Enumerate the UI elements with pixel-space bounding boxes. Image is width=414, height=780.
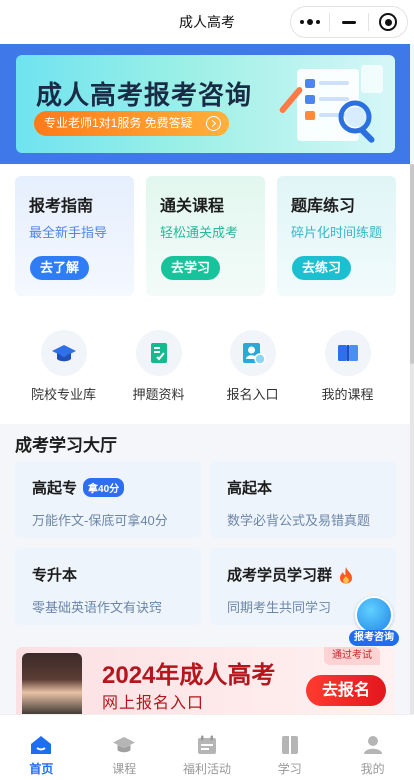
mini-program-capsule	[290, 6, 408, 38]
section-title-learning-hall: 成考学习大厅	[15, 436, 117, 455]
tab-profile[interactable]: 我的	[331, 715, 414, 780]
tab-label: 首页	[29, 762, 54, 776]
hall-card-gaoqiben[interactable]: 高起本 数学必背公式及易错真题	[210, 461, 396, 538]
arrow-right-icon	[205, 116, 221, 131]
feature-card-guide[interactable]: 报考指南 最全新手指导 去了解	[15, 176, 134, 296]
minus-icon	[342, 20, 356, 24]
fire-icon	[340, 566, 353, 583]
hall-card-gaoqizhuan[interactable]: 高起专 拿40分 万能作文-保底可拿40分	[15, 461, 201, 538]
home-icon	[31, 736, 52, 754]
more-button[interactable]	[291, 7, 329, 37]
promo-title: 2024年成人高考	[102, 662, 276, 689]
quick-link-label: 我的课程	[321, 387, 374, 402]
user-icon	[363, 736, 382, 754]
hall-card-subtitle: 万能作文-保底可拿40分	[32, 513, 168, 528]
go-practice-button[interactable]: 去练习	[292, 256, 352, 280]
minimize-button[interactable]	[330, 7, 368, 37]
tab-courses[interactable]: 课程	[83, 715, 166, 780]
target-icon	[379, 13, 397, 31]
feature-card-subtitle: 轻松通关成考	[160, 225, 239, 240]
tab-label: 课程	[112, 762, 137, 776]
banner-pill-label: 专业老师1对1服务 免费答疑	[44, 116, 193, 130]
tab-home[interactable]: 首页	[0, 715, 83, 780]
document-check-icon	[150, 343, 167, 363]
feature-card-title: 题库练习	[291, 198, 356, 215]
user-register-icon	[242, 343, 266, 365]
quick-link-schools[interactable]: 院校专业库	[16, 330, 111, 403]
more-dots-icon	[300, 19, 320, 25]
learn-more-button[interactable]: 去了解	[30, 256, 90, 280]
consult-label: 报考咨询	[349, 630, 399, 646]
promo-subtitle: 网上报名入口	[102, 695, 205, 712]
tab-label: 我的	[360, 762, 385, 776]
chat-bubble-icon	[355, 596, 393, 634]
hall-card-subtitle: 数学必背公式及易错真题	[227, 513, 371, 528]
banner-pill-button[interactable]: 专业老师1对1服务 免费答疑	[34, 111, 229, 136]
feature-card-title: 报考指南	[29, 198, 94, 215]
hall-card-subtitle: 零基础英语作文有诀窍	[32, 600, 163, 615]
book-icon	[337, 345, 358, 361]
consult-banner[interactable]: 成人高考报考咨询 专业老师1对1服务 免费答疑	[16, 55, 395, 153]
scrollbar-thumb[interactable]	[410, 164, 414, 364]
quick-link-label: 报名入口	[226, 387, 279, 402]
graduation-cap-icon	[51, 345, 76, 362]
calendar-icon	[197, 735, 216, 754]
hall-card-zhuanshengben[interactable]: 专升本 零基础英语作文有诀窍	[15, 548, 201, 625]
feature-card-question-bank[interactable]: 题库练习 碎片化时间练题 去练习	[277, 176, 396, 296]
nav-bar: 成人高考	[0, 0, 414, 44]
hall-card-title: 成考学员学习群	[227, 567, 333, 584]
floating-consult-button[interactable]: 报考咨询	[349, 596, 399, 648]
bottom-tab-bar: 首页 课程 福利活动 学习 我的	[0, 714, 414, 780]
book-icon	[281, 736, 298, 754]
feature-card-subtitle: 碎片化时间练题	[291, 225, 383, 240]
quick-link-registration[interactable]: 报名入口	[205, 330, 300, 403]
close-program-button[interactable]	[369, 7, 407, 37]
exam-illustration-icon	[279, 65, 383, 143]
score-badge: 拿40分	[83, 478, 125, 497]
quick-link-materials[interactable]: 押题资料	[111, 330, 206, 403]
promo-tag: 通过考试	[324, 647, 380, 665]
hall-card-title: 专升本	[32, 567, 78, 584]
tab-label: 福利活动	[182, 762, 231, 776]
quick-link-label: 院校专业库	[30, 387, 96, 402]
hall-card-title: 高起专	[32, 480, 78, 497]
banner-title: 成人高考报考咨询	[36, 80, 253, 110]
feature-card-title: 通关课程	[160, 198, 225, 215]
feature-card-subtitle: 最全新手指导	[29, 225, 108, 240]
go-study-button[interactable]: 去学习	[161, 256, 221, 280]
quick-link-label: 押题资料	[132, 387, 185, 402]
tab-benefits[interactable]: 福利活动	[166, 715, 249, 780]
page-scrollbar[interactable]	[410, 164, 414, 714]
feature-card-course[interactable]: 通关课程 轻松通关成考 去学习	[146, 176, 265, 296]
tab-label: 学习	[277, 762, 302, 776]
graduation-cap-icon	[113, 737, 136, 753]
tab-study[interactable]: 学习	[248, 715, 331, 780]
graduate-photo	[22, 653, 82, 719]
go-register-button[interactable]: 去报名	[306, 675, 386, 706]
registration-promo-banner[interactable]: 2024年成人高考 网上报名入口 通过考试 去报名	[16, 647, 395, 719]
hall-card-title: 高起本	[227, 480, 273, 497]
quick-link-my-courses[interactable]: 我的课程	[300, 330, 395, 403]
